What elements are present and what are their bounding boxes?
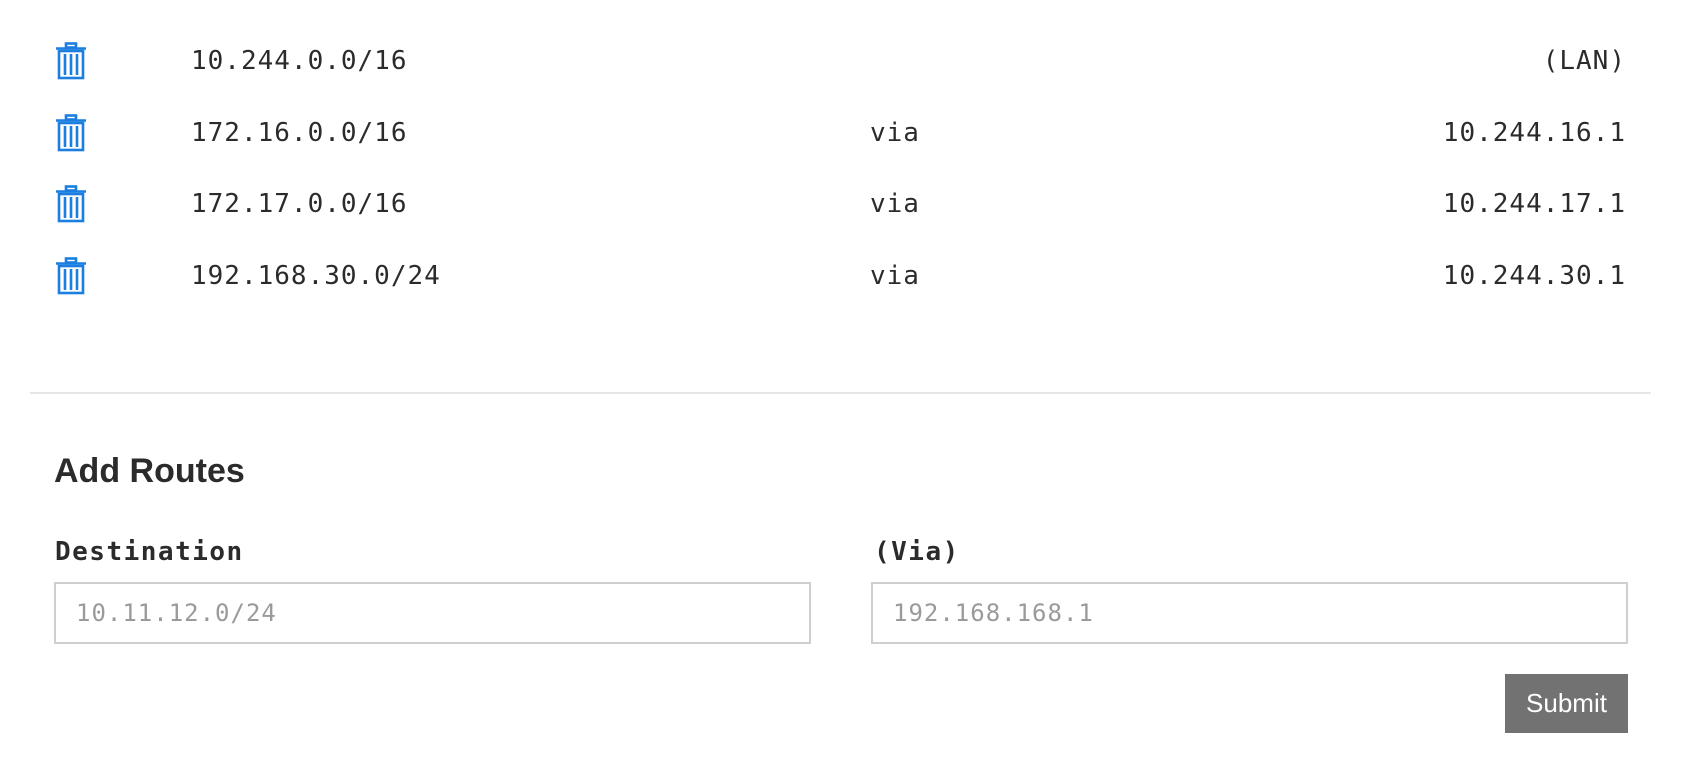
route-row: 172.16.0.0/16 via 10.244.16.1 [0,97,1681,169]
add-routes-heading: Add Routes [54,452,245,490]
route-via-text: via [870,260,920,291]
delete-route-button[interactable] [52,256,90,295]
route-row: 172.17.0.0/16 via 10.244.17.1 [0,168,1681,240]
delete-route-button[interactable] [52,113,90,152]
trash-icon [56,256,86,294]
delete-route-button[interactable] [52,185,90,223]
route-gateway: 10.244.17.1 [1442,189,1626,219]
route-row: 10.244.0.0/16 (LAN) [0,25,1681,97]
route-destination: 192.168.30.0/24 [191,260,441,291]
delete-route-button[interactable] [52,42,90,80]
section-divider [30,392,1651,394]
route-gateway: (LAN) [1542,46,1626,76]
route-destination: 10.244.0.0/16 [191,46,408,76]
route-destination: 172.16.0.0/16 [191,117,408,148]
via-input[interactable] [871,582,1628,644]
trash-icon [56,185,86,223]
route-gateway: 10.244.16.1 [1442,117,1626,148]
submit-button[interactable]: Submit [1505,674,1628,733]
route-via-text: via [870,189,920,219]
route-list: 10.244.0.0/16 (LAN) 172.16.0.0/16 via 10… [0,0,1681,311]
route-destination: 172.17.0.0/16 [191,189,408,219]
trash-icon [56,42,86,80]
route-row: 192.168.30.0/24 via 10.244.30.1 [0,240,1681,312]
route-via-text: via [870,117,920,148]
route-gateway: 10.244.30.1 [1442,260,1626,291]
via-label: (Via) [874,537,960,567]
destination-label: Destination [55,537,244,567]
destination-input[interactable] [54,582,811,644]
trash-icon [56,113,86,151]
